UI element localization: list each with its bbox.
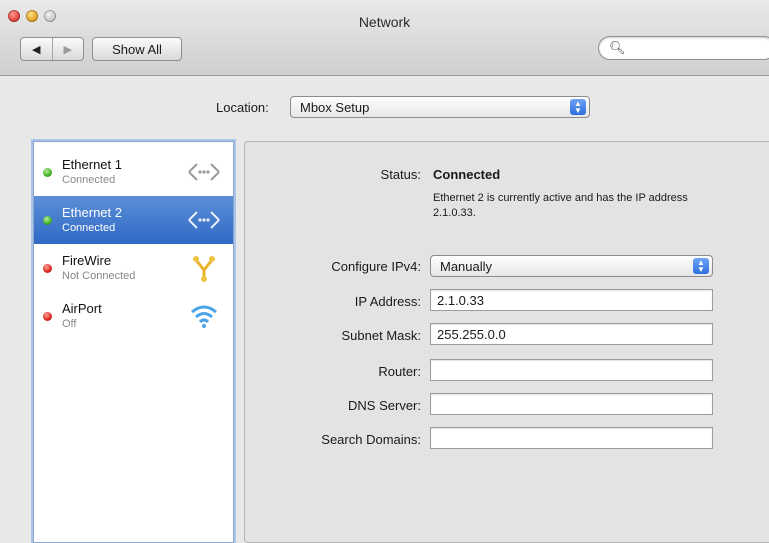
- back-button[interactable]: ◀: [21, 38, 52, 60]
- back-forward-control: ◀ ▶: [20, 37, 84, 61]
- status-value: Connected: [433, 167, 501, 182]
- service-status: Not Connected: [62, 270, 136, 282]
- firewire-icon: [193, 256, 215, 282]
- wifi-icon: [191, 305, 217, 328]
- window-toolbar: Network ◀ ▶ Show All 🔍︎: [0, 0, 769, 76]
- ip-address-label: IP Address:: [354, 294, 421, 309]
- popup-arrows-icon: ▲ ▼: [570, 99, 586, 115]
- ip-address-field[interactable]: 2.1.0.33: [430, 289, 713, 311]
- service-item-firewire[interactable]: FireWire Not Connected: [34, 244, 233, 292]
- status-dot-red-icon: [43, 264, 52, 273]
- popup-arrows-icon: ▲ ▼: [693, 258, 709, 274]
- subnet-mask-field[interactable]: 255.255.0.0: [430, 323, 713, 345]
- router-field[interactable]: [430, 359, 713, 381]
- service-item-ethernet-2[interactable]: Ethernet 2 Connected: [34, 196, 233, 244]
- ethernet-icon: [188, 211, 220, 229]
- dns-server-label: DNS Server:: [348, 398, 421, 413]
- status-label: Status:: [380, 167, 421, 182]
- window-title: Network: [358, 14, 411, 30]
- dns-server-field[interactable]: [430, 393, 713, 415]
- status-dot-green-icon: [43, 168, 52, 177]
- location-popup[interactable]: Mbox Setup ▲ ▼: [290, 96, 590, 118]
- location-label: Location:: [216, 100, 269, 115]
- service-status: Connected: [62, 174, 116, 186]
- subnet-mask-label: Subnet Mask:: [341, 328, 422, 343]
- forward-button[interactable]: ▶: [51, 38, 84, 60]
- ip-address-value: 2.1.0.33: [437, 293, 484, 308]
- service-status: Connected: [62, 222, 116, 234]
- configure-ipv4-value: Manually: [440, 259, 493, 274]
- location-value: Mbox Setup: [300, 100, 370, 115]
- configure-ipv4-label: Configure IPv4:: [331, 259, 421, 274]
- status-dot-red-icon: [43, 312, 52, 321]
- service-item-ethernet-1[interactable]: Ethernet 1 Connected: [34, 148, 233, 196]
- router-label: Router:: [378, 364, 421, 379]
- show-all-button[interactable]: Show All: [92, 37, 182, 61]
- service-list: Ethernet 1 Connected Ethernet 2 Connecte…: [33, 141, 234, 543]
- status-note: Ethernet 2 is currently active and has t…: [433, 192, 688, 219]
- search-domains-label: Search Domains:: [321, 432, 421, 447]
- service-name: FireWire: [62, 253, 112, 268]
- search-domains-field[interactable]: [430, 427, 713, 449]
- search-field[interactable]: 🔍︎: [598, 36, 769, 60]
- service-status: Off: [62, 318, 77, 330]
- configure-ipv4-popup[interactable]: Manually ▲ ▼: [430, 255, 713, 277]
- ethernet-icon: [188, 163, 220, 181]
- subnet-mask-value: 255.255.0.0: [437, 327, 506, 342]
- status-dot-green-icon: [43, 216, 52, 225]
- service-name: AirPort: [62, 301, 102, 316]
- search-icon: 🔍︎: [609, 40, 626, 55]
- service-item-airport[interactable]: AirPort Off: [34, 292, 233, 340]
- service-name: Ethernet 1: [62, 157, 122, 172]
- service-name: Ethernet 2: [62, 205, 122, 220]
